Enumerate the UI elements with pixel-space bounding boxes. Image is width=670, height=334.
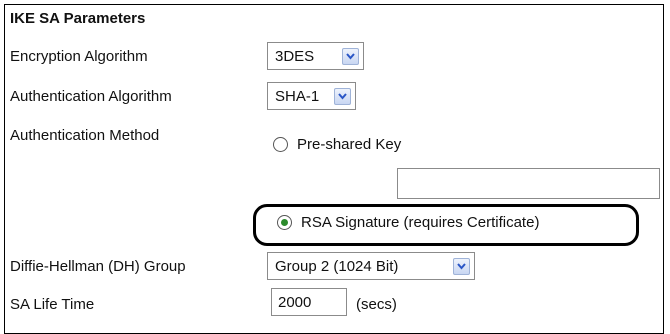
chevron-down-icon[interactable]: [342, 47, 359, 65]
sa-lifetime-label: SA Life Time: [10, 296, 95, 313]
dh-group-label: Diffie-Hellman (DH) Group: [10, 258, 186, 275]
sa-lifetime-unit: (secs): [356, 296, 397, 313]
authentication-algorithm-label: Authentication Algorithm: [10, 88, 172, 105]
encryption-algorithm-select[interactable]: 3DES: [267, 42, 364, 70]
radio-button-icon[interactable]: [273, 137, 288, 152]
section-title: IKE SA Parameters: [10, 10, 146, 27]
radio-button-icon[interactable]: [277, 215, 292, 230]
dh-group-value: Group 2 (1024 Bit): [275, 257, 399, 275]
rsa-signature-option[interactable]: RSA Signature (requires Certificate): [277, 214, 539, 231]
authentication-method-label: Authentication Method: [10, 127, 160, 144]
authentication-algorithm-select[interactable]: SHA-1: [267, 82, 356, 110]
chevron-down-icon[interactable]: [334, 87, 351, 105]
pre-shared-key-option[interactable]: Pre-shared Key: [273, 136, 401, 153]
pre-shared-key-label: Pre-shared Key: [297, 136, 402, 153]
encryption-algorithm-label: Encryption Algorithm: [10, 48, 148, 65]
sa-lifetime-input[interactable]: [271, 288, 347, 316]
encryption-algorithm-value: 3DES: [275, 47, 315, 65]
chevron-down-icon[interactable]: [453, 257, 470, 275]
pre-shared-key-input[interactable]: [397, 168, 660, 199]
dh-group-select[interactable]: Group 2 (1024 Bit): [267, 252, 475, 280]
rsa-signature-label: RSA Signature (requires Certificate): [301, 214, 540, 231]
authentication-algorithm-value: SHA-1: [275, 87, 320, 105]
